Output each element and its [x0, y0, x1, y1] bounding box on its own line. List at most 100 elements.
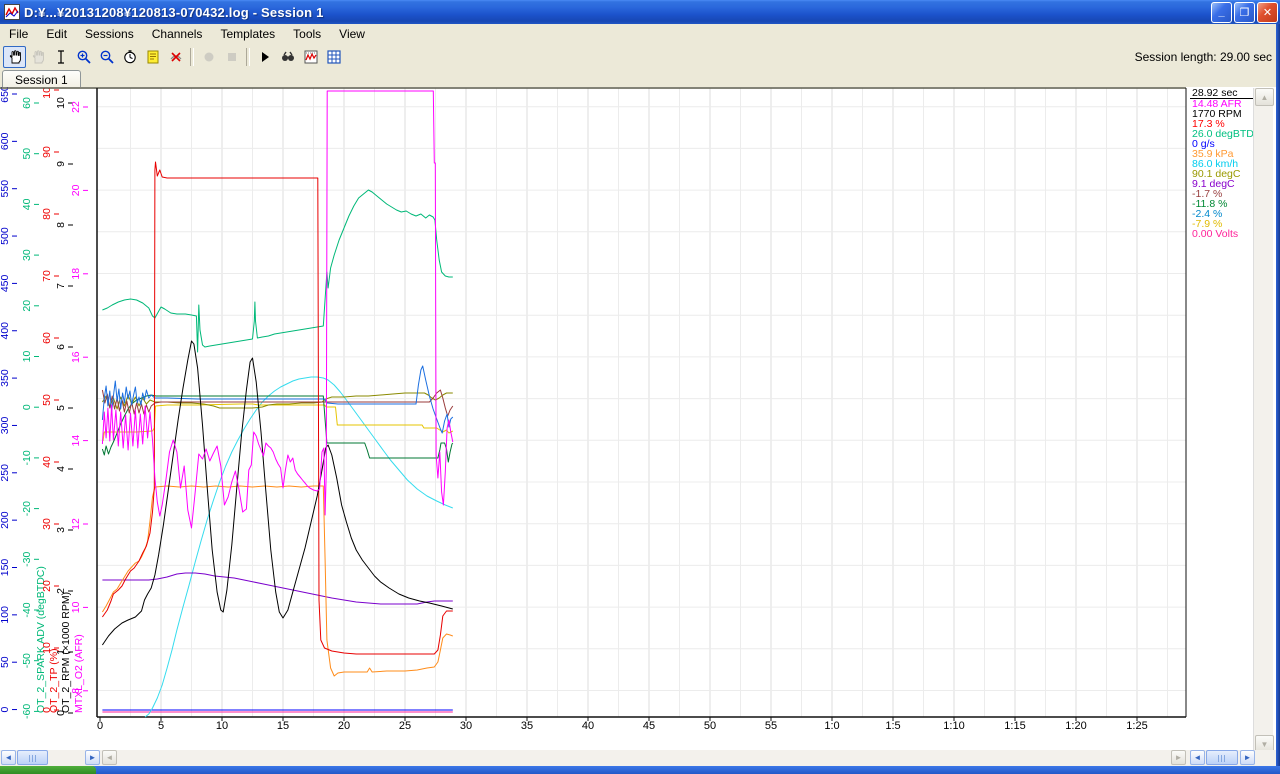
minimize-button[interactable]: _ — [1211, 1, 1232, 23]
rpm-axis-tick: 6 — [55, 344, 67, 350]
rpm-axis-tick: 10 — [55, 97, 67, 109]
horizontal-scrollbar-row: ◄ ► ◄ ► ◄ ► — [0, 750, 1280, 766]
time-axis-tick: 1:0 — [824, 720, 839, 732]
spark-advance-axis-tick: -30 — [21, 552, 33, 567]
menu-templates[interactable]: Templates — [211, 25, 284, 43]
time-axis-tick: 1:15 — [1004, 720, 1025, 732]
rpm-axis-tick: 3 — [55, 527, 67, 533]
logworks-window: D:¥...¥20131208¥120813-070432.log - Sess… — [0, 0, 1280, 774]
toolbar-separator — [246, 47, 250, 66]
menu-file[interactable]: File — [0, 25, 37, 43]
legend-scroll-right-icon[interactable]: ► — [1240, 750, 1255, 765]
unnamed-blue-axis-tick: 250 — [0, 464, 11, 482]
time-axis-tick: 20 — [338, 720, 350, 732]
series-map-kpa — [101, 485, 453, 677]
start-button-fragment[interactable] — [0, 766, 96, 774]
unnamed-blue-axis-tick: 0 — [0, 706, 11, 712]
afr-axis-tick: 16 — [70, 351, 82, 363]
throttle-axis-tick: 40 — [41, 456, 53, 468]
unnamed-blue-axis-tick: 450 — [0, 274, 11, 292]
menu-sessions[interactable]: Sessions — [76, 25, 143, 43]
afr-axis-tick: 10 — [70, 601, 82, 613]
restore-button[interactable]: ❐ — [1234, 1, 1255, 23]
close-button[interactable]: ✕ — [1257, 1, 1278, 23]
time-axis-tick: 10 — [216, 720, 228, 732]
ibeam-cursor-icon[interactable] — [49, 46, 72, 68]
spark-advance-axis-tick: -20 — [21, 501, 33, 516]
toolbar-separator — [190, 47, 194, 66]
stopwatch-icon[interactable] — [118, 46, 141, 68]
unnamed-blue-axis-tick: 50 — [0, 656, 11, 668]
find-icon[interactable] — [276, 46, 299, 68]
chart-area: 650 600 550 500 450 400 350 300 250 200 150 100 50 0 6… — [0, 87, 1280, 753]
table-view-icon[interactable] — [322, 46, 345, 68]
afr-axis-tick: 20 — [70, 184, 82, 196]
tab-row: Session 1 — [0, 69, 1280, 88]
afr-axis-tick: 12 — [70, 518, 82, 530]
rpm-axis-tick: 9 — [55, 161, 67, 167]
spark-advance-axis-tick: 0 — [21, 404, 33, 410]
time-axis-tick: 15 — [277, 720, 289, 732]
unnamed-blue-axis-tick: 100 — [0, 606, 11, 624]
time-axis-tick: 0 — [97, 720, 103, 732]
unnamed-blue-axis-tick: 200 — [0, 511, 11, 529]
spark-advance-axis-tick: 30 — [21, 249, 33, 261]
spark-advance-axis-tick: -60 — [21, 704, 33, 719]
series-trim-yellow — [102, 403, 454, 442]
axes-scroll-left-icon[interactable]: ◄ — [1, 750, 16, 765]
zoom-in-icon[interactable] — [72, 46, 95, 68]
windows-taskbar[interactable] — [0, 766, 1280, 774]
time-axis-tick: 1:20 — [1065, 720, 1086, 732]
time-axis-tick: 35 — [521, 720, 533, 732]
title-bar[interactable]: D:¥...¥20131208¥120813-070432.log - Sess… — [0, 0, 1280, 24]
spark-advance-axis-tick: 20 — [21, 300, 33, 312]
time-axis-tick: 30 — [460, 720, 472, 732]
menu-tools[interactable]: Tools — [284, 25, 330, 43]
time-axis-tick: 25 — [399, 720, 411, 732]
legend-vertical-scrollbar[interactable]: ▲ ▼ — [1253, 88, 1274, 753]
time-axis-tick: 1:10 — [943, 720, 964, 732]
play-icon[interactable] — [253, 46, 276, 68]
spark-advance-axis-tick: -50 — [21, 653, 33, 668]
stop-icon[interactable] — [220, 46, 243, 68]
log-chart[interactable]: 6506005505004504003503002502001501005006… — [0, 87, 1280, 750]
time-axis-tick: 55 — [765, 720, 777, 732]
menu-edit[interactable]: Edit — [37, 25, 76, 43]
axes-scroll-thumb[interactable] — [17, 750, 48, 765]
spark-advance-axis-tick: 40 — [21, 198, 33, 210]
menu-channels[interactable]: Channels — [143, 25, 212, 43]
rpm-axis-tick: 7 — [55, 283, 67, 289]
time-axis-tick: 45 — [643, 720, 655, 732]
notes-icon[interactable] — [141, 46, 164, 68]
record-icon[interactable] — [197, 46, 220, 68]
tab-session-1[interactable]: Session 1 — [2, 70, 81, 88]
time-axis-tick: 50 — [704, 720, 716, 732]
unnamed-blue-axis-tick: 150 — [0, 559, 11, 577]
spark-advance-axis-tick: -40 — [21, 602, 33, 617]
rpm-axis-tick: 4 — [55, 466, 67, 472]
scroll-up-icon[interactable]: ▲ — [1255, 88, 1274, 106]
menu-view[interactable]: View — [330, 25, 374, 43]
legend-scroll-left-icon[interactable]: ◄ — [1190, 750, 1205, 765]
strip-chart-icon[interactable] — [299, 46, 322, 68]
time-axis-tick: 5 — [158, 720, 164, 732]
throttle-axis-tick: 60 — [41, 332, 53, 344]
chart-scroll-left-icon[interactable]: ◄ — [102, 750, 117, 765]
axes-scroll-right-icon[interactable]: ► — [85, 750, 100, 765]
window-title: D:¥...¥20131208¥120813-070432.log - Sess… — [24, 4, 324, 20]
delete-marker-icon[interactable] — [164, 46, 187, 68]
pan-hand-icon[interactable] — [3, 45, 26, 68]
zoom-out-icon[interactable] — [95, 46, 118, 68]
unnamed-blue-axis-tick: 500 — [0, 227, 11, 245]
legend-scroll-thumb[interactable] — [1206, 750, 1238, 765]
hand-disabled-icon[interactable] — [26, 46, 49, 68]
time-axis-tick: 40 — [582, 720, 594, 732]
afr-axis-title: MTXL_O2 (AFR) — [73, 634, 85, 713]
unnamed-blue-axis-tick: 650 — [0, 87, 11, 103]
rpm-axis-tick: 8 — [55, 222, 67, 228]
session-length-label: Session length: 29.00 sec — [1134, 49, 1272, 64]
throttle-axis-tick: 70 — [41, 270, 53, 282]
series-intake-temp — [102, 572, 453, 605]
toolbar: Session length: 29.00 sec — [0, 44, 1280, 69]
chart-scroll-right-icon[interactable]: ► — [1171, 750, 1186, 765]
